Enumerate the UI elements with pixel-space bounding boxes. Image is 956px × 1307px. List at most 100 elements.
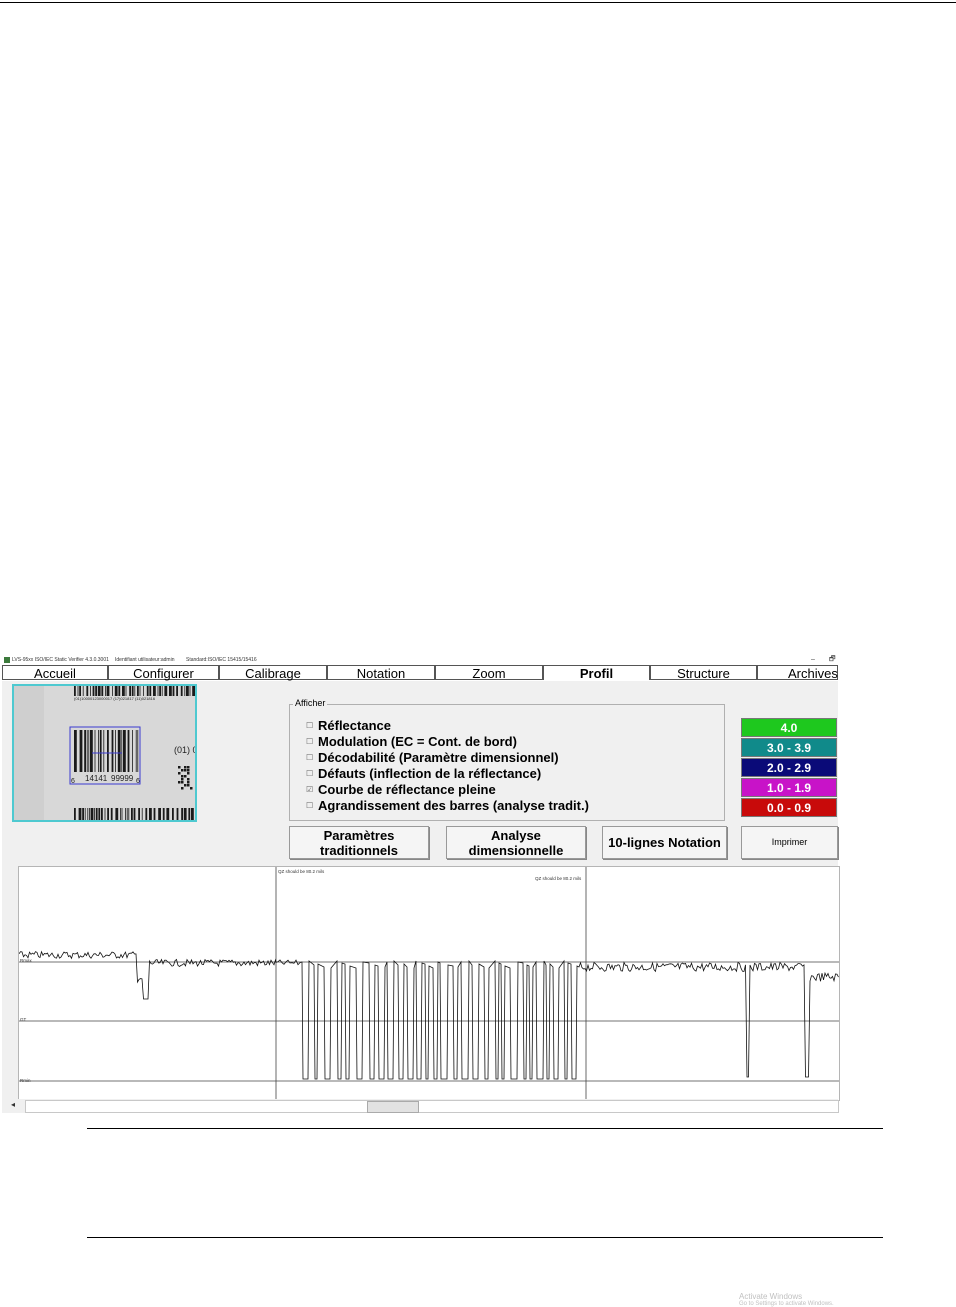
thumb-bottom-bar bbox=[84, 808, 86, 820]
thumb-stacked-module bbox=[181, 781, 184, 784]
thumb-main-bar bbox=[123, 730, 126, 772]
restore-button[interactable]: 🗗 bbox=[829, 655, 836, 665]
grade-4: 4.0 bbox=[741, 718, 837, 737]
thumb-main-bar bbox=[99, 730, 102, 772]
thumb-top-bar bbox=[161, 686, 163, 696]
tab-zoom[interactable]: Zoom bbox=[435, 665, 543, 681]
thumb-bottom-bar bbox=[188, 808, 191, 820]
tab-archives[interactable]: Archives bbox=[757, 665, 838, 681]
thumb-top-bar bbox=[118, 686, 121, 696]
minimize-button[interactable]: – bbox=[811, 655, 815, 665]
thumb-top-bar bbox=[95, 686, 97, 696]
main-tabs: Accueil Configurer Calibrage Notation Zo… bbox=[2, 665, 838, 681]
rmin-label: Rmin bbox=[20, 1078, 31, 1083]
barcode-thumbnail[interactable]: (01)10000123000017 (17)021817 (11)021816… bbox=[12, 684, 197, 822]
thumb-bottom-bar bbox=[89, 808, 90, 820]
tab-configurer[interactable]: Configurer bbox=[108, 665, 219, 681]
thumb-bottom-bar bbox=[110, 808, 113, 820]
print-button[interactable]: Imprimer bbox=[741, 826, 838, 859]
activation-watermark: Activate Windows Go to Settings to activ… bbox=[739, 1292, 834, 1307]
thumb-stacked-module bbox=[187, 778, 190, 781]
thumb-top-bar bbox=[101, 686, 104, 696]
thumb-stacked-module bbox=[187, 784, 190, 787]
thumb-bottom-bar bbox=[125, 808, 126, 820]
thumb-stacked-module bbox=[184, 784, 187, 787]
tab-structure[interactable]: Structure bbox=[650, 665, 757, 681]
option-decodability[interactable]: ☐ Décodabilité (Paramètre dimensionnel) bbox=[306, 750, 559, 766]
grade-3: 3.0 - 3.9 bbox=[741, 738, 837, 757]
tab-notation[interactable]: Notation bbox=[327, 665, 435, 681]
checkbox-checked-icon[interactable]: ☑ bbox=[306, 782, 315, 798]
ten-line-grading-button[interactable]: 10-lignes Notation bbox=[602, 826, 727, 859]
gt-label: GT bbox=[20, 1017, 27, 1022]
thumb-top-bar bbox=[157, 686, 159, 696]
thumb-stacked-module bbox=[178, 766, 181, 769]
thumb-bottom-bar bbox=[115, 808, 119, 820]
thumb-stacked-module bbox=[178, 772, 181, 775]
checkbox-icon[interactable]: ☐ bbox=[306, 750, 315, 766]
thumb-top-bar bbox=[112, 686, 113, 696]
thumb-main-bar bbox=[107, 730, 109, 772]
barcode-image: (01)10000123000017 (17)021817 (11)021816… bbox=[14, 686, 195, 820]
scroll-track[interactable] bbox=[25, 1100, 839, 1113]
option-defects[interactable]: ☐ Défauts (inflection de la réflectance) bbox=[306, 766, 541, 782]
option-bar-enlargement[interactable]: ☐ Agrandissement des barres (analyse trad… bbox=[306, 798, 589, 814]
thumb-main-bar bbox=[121, 730, 123, 772]
footer-rule-top bbox=[87, 1128, 883, 1129]
thumb-bottom-bar bbox=[145, 808, 148, 820]
thumb-top-bar bbox=[137, 686, 139, 696]
scroll-left-icon[interactable]: ◂ bbox=[11, 1100, 15, 1109]
checkbox-icon[interactable]: ☐ bbox=[306, 718, 315, 734]
reflectance-curve bbox=[19, 950, 839, 1080]
thumb-top-bar bbox=[134, 686, 136, 696]
scroll-thumb[interactable] bbox=[367, 1101, 419, 1113]
thumb-top-bar bbox=[172, 686, 175, 696]
thumb-bottom-bar bbox=[141, 808, 143, 820]
window-title: LVS-95xx ISO/IEC Static Verifier 4.3.0.3… bbox=[12, 657, 109, 663]
tab-profil[interactable]: Profil bbox=[543, 665, 650, 681]
thumb-bottom-bar bbox=[74, 808, 76, 820]
traditional-parameters-button[interactable]: Paramètres traditionnels bbox=[289, 826, 429, 859]
thumb-bottom-bar bbox=[172, 808, 174, 820]
thumb-stacked-module bbox=[190, 787, 193, 790]
thumb-top-bar bbox=[90, 686, 91, 696]
option-full-reflectance-curve[interactable]: ☑ Courbe de réflectance pleine bbox=[306, 782, 496, 798]
tab-calibrage[interactable]: Calibrage bbox=[219, 665, 327, 681]
thumb-bottom-bar bbox=[104, 808, 106, 820]
thumb-main-bar bbox=[98, 730, 99, 772]
thumb-stacked-module bbox=[187, 769, 190, 772]
thumb-top-bar bbox=[97, 686, 101, 696]
thumb-bottom-bar bbox=[126, 808, 128, 820]
tab-accueil[interactable]: Accueil bbox=[2, 665, 108, 681]
checkbox-icon[interactable]: ☐ bbox=[306, 798, 315, 814]
checkbox-icon[interactable]: ☐ bbox=[306, 734, 315, 750]
thumb-top-bar bbox=[105, 686, 106, 696]
thumb-bottom-bar bbox=[176, 808, 179, 820]
horizontal-scrollbar[interactable]: ◂ bbox=[7, 1099, 839, 1113]
thumb-top-bar bbox=[189, 686, 191, 696]
thumb-bottom-bar bbox=[95, 808, 98, 820]
thumb-bottom-bar bbox=[128, 808, 130, 820]
thumb-stacked-module bbox=[181, 775, 184, 778]
checkbox-icon[interactable]: ☐ bbox=[306, 766, 315, 782]
thumb-main-bar bbox=[115, 730, 116, 772]
thumb-main-bar bbox=[79, 730, 83, 772]
standard-label: Standard:ISO/IEC 15415/15416 bbox=[186, 657, 257, 663]
app-icon bbox=[4, 657, 10, 663]
thumb-top-bar bbox=[186, 686, 189, 696]
thumb-bottom-bar bbox=[94, 808, 95, 820]
thumb-top-bar bbox=[79, 686, 81, 696]
thumb-bottom-bar bbox=[98, 808, 101, 820]
thumb-stacked-module bbox=[184, 775, 187, 778]
thumb-top-bar bbox=[92, 686, 95, 696]
option-reflectance[interactable]: ☐ Réflectance bbox=[306, 718, 391, 734]
thumb-stacked-module bbox=[181, 787, 184, 790]
thumb-stacked-module bbox=[187, 781, 190, 784]
option-modulation[interactable]: ☐ Modulation (EC = Cont. de bord) bbox=[306, 734, 517, 750]
thumb-bottom-bar bbox=[133, 808, 136, 820]
dimensional-analysis-button[interactable]: Analyse dimensionnelle bbox=[446, 826, 586, 859]
thumb-bottom-bar bbox=[107, 808, 109, 820]
thumb-top-bar bbox=[86, 686, 89, 696]
thumb-stacked-module bbox=[184, 769, 187, 772]
svg-text:14141: 14141 bbox=[85, 774, 108, 783]
